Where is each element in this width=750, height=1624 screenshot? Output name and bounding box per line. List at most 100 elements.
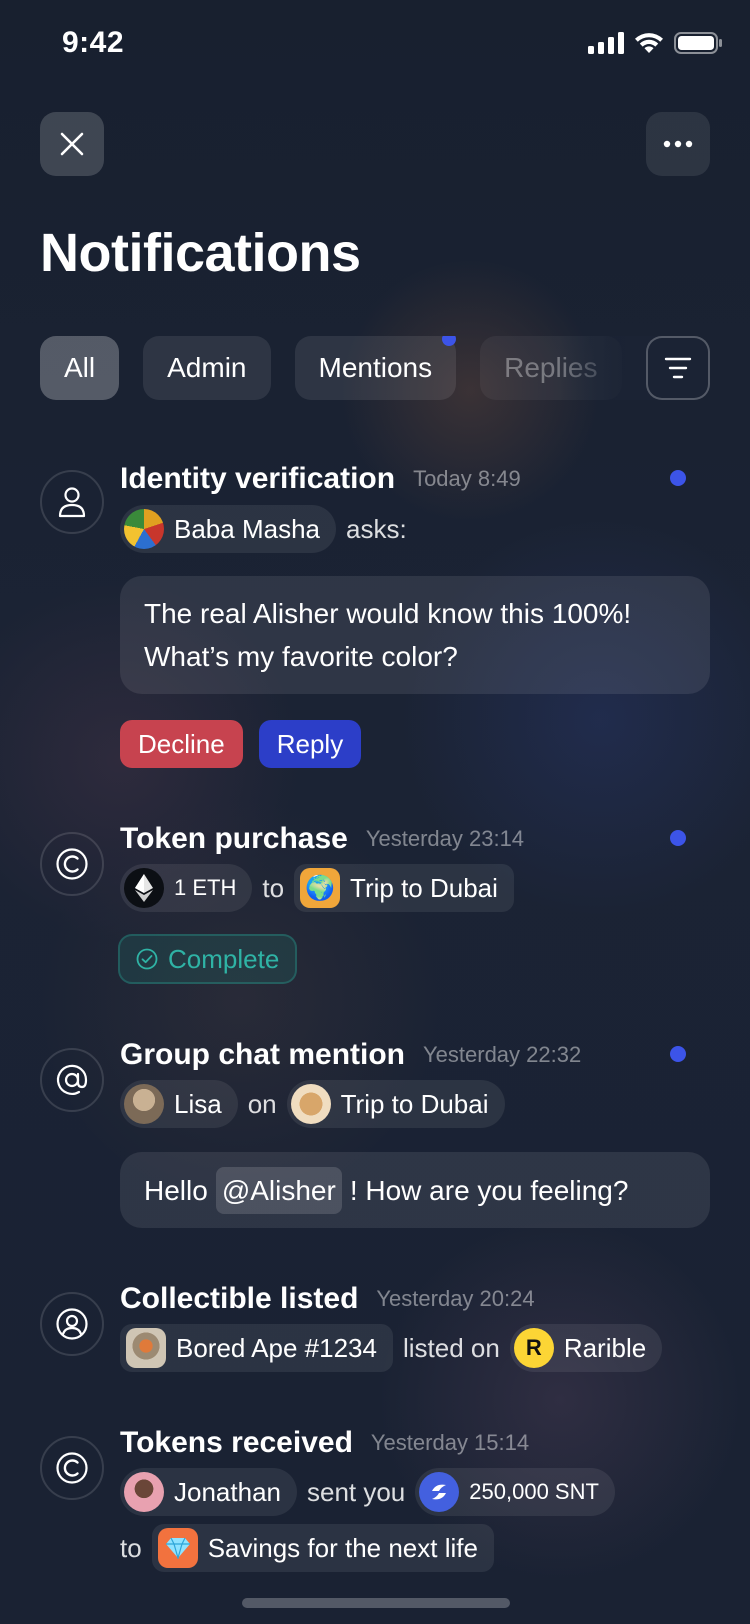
notification-header: Tokens received Yesterday 15:14 [120,1422,529,1464]
notification-header: Identity verification Today 8:49 [120,458,521,500]
close-button[interactable] [40,112,104,176]
unread-indicator [670,470,686,486]
notification-meta: Jonathan sent you 250,000 SNT [120,1468,615,1516]
filter-icon [664,357,692,379]
notification-time: Today 8:49 [413,466,521,491]
tab-unread-dot [442,336,457,346]
notification-title: Group chat mention [120,1038,405,1071]
token-icon [56,848,88,880]
account-name: Savings for the next life [207,1532,478,1563]
collectible-icon-badge [40,1292,104,1356]
more-options-button[interactable] [646,112,710,176]
mention-icon-badge [40,1048,104,1112]
decline-button[interactable]: Decline [120,720,243,768]
check-circle-icon [136,948,158,970]
connector-text: to [120,1532,142,1563]
notification-time: Yesterday 20:24 [376,1286,535,1311]
notification-meta: Baba Masha asks: [120,505,407,553]
notification-header: Collectible listed Yesterday 20:24 [120,1278,535,1320]
avatar [124,1472,164,1512]
notification-actions: Decline Reply [120,720,362,768]
connector-text: listed on [402,1332,500,1363]
community-name: Trip to Dubai [350,872,498,903]
token-chip[interactable]: 1 ETH [120,864,253,912]
user-name: Jonathan [174,1476,281,1507]
notification-time: Yesterday 15:14 [370,1430,530,1455]
collectible-name: Bored Ape #1234 [176,1332,377,1363]
unread-indicator [670,1046,686,1062]
tab-mentions[interactable]: Mentions [294,336,457,400]
at-sign-icon [56,1064,88,1095]
notification-meta: Lisa on Trip to Dubai [120,1080,505,1128]
filter-button[interactable] [646,336,710,400]
notification-meta: Bored Ape #1234 listed on R Rarible [120,1324,663,1372]
notification-title: Token purchase [120,822,348,855]
user-chip[interactable]: Lisa [120,1080,238,1128]
home-indicator [242,1598,510,1608]
notification-header: Group chat mention Yesterday 22:32 [120,1034,581,1076]
globe-icon: 🌍 [300,868,341,908]
reply-button[interactable]: Reply [258,720,362,768]
notification-time: Yesterday 23:14 [365,826,525,851]
connector-text: asks: [345,513,407,544]
collectible-chip[interactable]: Bored Ape #1234 [120,1324,393,1372]
user-circle-icon [56,1308,88,1340]
person-icon-badge [40,470,104,534]
message-text: ! How are you feeling? [349,1174,629,1206]
status-icons [588,32,722,54]
marketplace-name: Rarible [563,1332,647,1363]
ethereum-icon [135,874,153,902]
notification-header: Token purchase Yesterday 23:14 [120,818,524,860]
avatar [124,1084,164,1124]
tab-admin[interactable]: Admin [143,336,271,400]
notification-title: Identity verification [120,462,396,495]
avatar [124,509,164,549]
token-icon-badge [40,832,104,896]
person-icon [58,487,86,518]
mention-tag[interactable]: @Alisher [215,1166,342,1214]
gem-icon [165,1537,190,1559]
notification-meta-2: to Savings for the next life [120,1524,494,1572]
notification-title: Tokens received [120,1426,353,1459]
token-chip[interactable]: 250,000 SNT [415,1468,615,1516]
token-icon [56,1452,88,1484]
tab-all[interactable]: All [40,336,120,400]
marketplace-chip[interactable]: R Rarible [509,1324,663,1372]
connector-text: to [262,872,285,903]
user-chip[interactable]: Baba Masha [120,505,336,553]
nft-thumbnail [126,1328,166,1368]
status-token-icon [432,1484,447,1500]
camel-avatar [290,1084,331,1124]
notification-meta: 1 ETH to 🌍 Trip to Dubai [120,864,514,912]
message-preview[interactable]: The real Alisher would know this 100%! W… [120,576,710,694]
user-name: Baba Masha [174,513,320,544]
account-chip[interactable]: Savings for the next life [151,1524,494,1572]
rarible-logo: R [513,1328,554,1368]
eth-logo [124,868,164,908]
close-icon [60,132,84,156]
status-time: 9:42 [62,26,125,59]
community-name: Trip to Dubai [340,1088,489,1119]
status-badge: Complete [118,934,298,984]
cellular-signal-icon [588,32,624,54]
snt-logo [419,1472,460,1512]
tab-mentions-label: Mentions [318,352,433,383]
more-horizontal-icon [663,140,693,148]
community-chip[interactable]: 🌍 Trip to Dubai [294,864,514,912]
user-chip[interactable]: Jonathan [120,1468,297,1516]
token-amount: 250,000 SNT [469,1479,599,1504]
connector-text: sent you [306,1476,406,1507]
message-text: Hello [144,1174,208,1206]
notification-title: Collectible listed [120,1282,359,1315]
page-title: Notifications [40,223,361,283]
community-chip[interactable]: Trip to Dubai [286,1080,505,1128]
token-amount: 1 ETH [174,875,237,900]
unread-indicator [670,830,686,846]
notification-time: Yesterday 22:32 [423,1042,582,1067]
connector-text: on [247,1088,277,1119]
battery-icon [674,32,722,54]
token-icon-badge [40,1436,104,1500]
diamond-icon [157,1528,198,1568]
message-preview[interactable]: Hello @Alisher ! How are you feeling? [120,1152,710,1228]
status-label: Complete [168,943,280,974]
